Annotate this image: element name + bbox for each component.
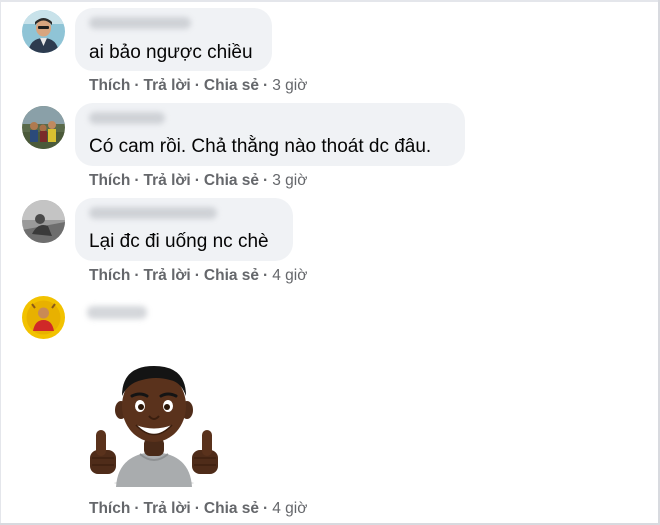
timestamp-link[interactable]: 3 giờ [272,172,307,189]
timestamp-link[interactable]: 4 giờ [272,500,307,517]
separator-dot: · [134,77,140,94]
reply-link[interactable]: Trả lời [144,172,191,189]
share-link[interactable]: Chia sẻ [204,500,259,517]
frame-top-border [0,0,660,2]
timestamp-link[interactable]: 3 giờ [272,77,307,94]
share-link[interactable]: Chia sẻ [204,267,259,284]
avatar-photo-icon [22,106,65,149]
like-link[interactable]: Thích [89,172,130,189]
comment-actions: Thích · Trả lời · Chia sẻ · 3 giờ [89,172,307,190]
separator-dot: · [263,172,269,189]
like-link[interactable]: Thích [89,77,130,94]
comment-actions: Thích · Trả lời · Chia sẻ · 4 giờ [89,500,307,518]
share-link[interactable]: Chia sẻ [204,172,259,189]
separator-dot: · [134,267,140,284]
separator-dot: · [194,172,200,189]
timestamp-link[interactable]: 4 giờ [272,267,307,284]
avatar-photo-icon [22,200,65,243]
commenter-name-blurred[interactable] [89,207,217,219]
comment-actions: Thích · Trả lời · Chia sẻ · 3 giờ [89,77,307,95]
comment-bubble: Lại đc đi uống nc chè [75,198,293,261]
separator-dot: · [194,267,200,284]
like-link[interactable]: Thích [89,267,130,284]
separator-dot: · [263,267,269,284]
reply-link[interactable]: Trả lời [144,267,191,284]
thumbs-up-sticker-icon [86,362,222,487]
comment-actions: Thích · Trả lời · Chia sẻ · 4 giờ [89,267,307,285]
commenter-name-blurred[interactable] [89,112,165,124]
comment-bubble: ai bảo ngược chiều [75,8,272,71]
reply-link[interactable]: Trả lời [144,500,191,517]
separator-dot: · [194,77,200,94]
commenter-avatar[interactable] [22,296,65,339]
frame-left-border [0,0,1,525]
share-link[interactable]: Chia sẻ [204,77,259,94]
separator-dot: · [263,500,269,517]
reply-link[interactable]: Trả lời [144,77,191,94]
commenter-avatar[interactable] [22,200,65,243]
separator-dot: · [194,500,200,517]
like-link[interactable]: Thích [89,500,130,517]
commenter-name-blurred[interactable] [89,17,191,29]
comment-text: Lại đc đi uống nc chè [89,231,269,252]
commenter-avatar[interactable] [22,106,65,149]
commenter-avatar[interactable] [22,10,65,53]
separator-dot: · [134,500,140,517]
comment-text: ai bảo ngược chiều [89,42,253,63]
separator-dot: · [263,77,269,94]
avatar-photo-icon [22,296,65,339]
comment-bubble: Có cam rồi. Chả thằng nào thoát dc đâu. [75,103,465,166]
comment-text: Có cam rồi. Chả thằng nào thoát dc đâu. [89,136,432,157]
separator-dot: · [134,172,140,189]
commenter-name-blurred[interactable] [87,306,147,319]
avatar-photo-icon [22,10,65,53]
